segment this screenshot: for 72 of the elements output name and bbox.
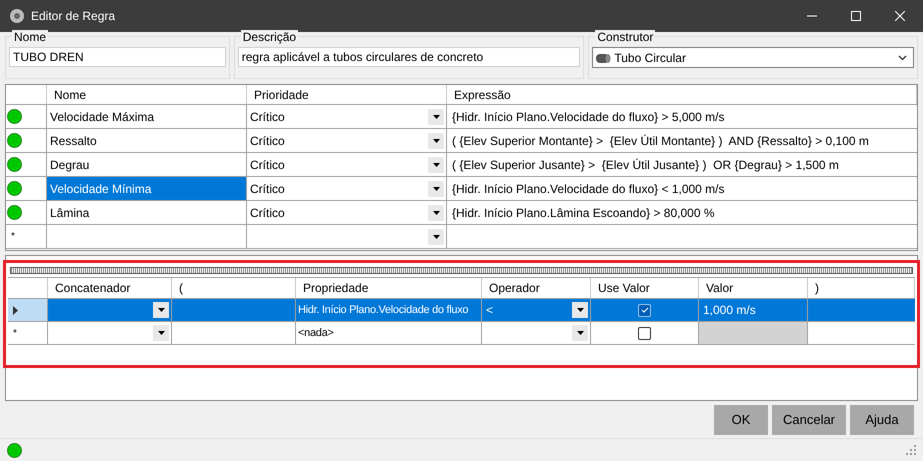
column-header: Valor <box>699 278 808 298</box>
table-cell[interactable]: Lâmina <box>47 201 247 224</box>
dropdown-button[interactable] <box>153 325 169 341</box>
dropdown-button[interactable] <box>428 204 444 220</box>
dropdown-button[interactable] <box>428 180 444 196</box>
group-label: Nome <box>12 30 48 44</box>
new-row-marker: * <box>13 326 17 340</box>
resize-grip-icon <box>906 445 916 455</box>
caret-down-icon <box>432 138 440 142</box>
caret-down-icon <box>432 210 440 214</box>
dialog-button[interactable]: Ajuda <box>850 405 914 435</box>
caret-down-icon <box>432 114 440 118</box>
pipe-icon <box>595 52 612 64</box>
app-icon <box>9 8 25 24</box>
dropdown-button[interactable] <box>428 156 444 172</box>
caret-down-icon <box>432 186 440 190</box>
caret-down-icon <box>158 308 164 312</box>
use-value-checkbox[interactable] <box>638 326 651 340</box>
window-title: Editor de Regra <box>31 8 116 25</box>
builder-value: Tubo Circular <box>614 50 686 66</box>
group-label: Construtor <box>595 30 656 44</box>
dialog-button[interactable]: OK <box>714 405 768 435</box>
column-header: Nome <box>47 85 247 104</box>
priority-value: Crítico <box>250 132 286 150</box>
table-cell[interactable]: Velocidade Mínima <box>47 177 247 200</box>
expression-cell-text: ( {Elev Superior Montante} > {Elev Útil Montante} ) AND {Ressalto} > 0,100 m <box>451 132 870 150</box>
column-header: ( <box>172 278 296 298</box>
condition-row[interactable]: * <nada> <box>8 322 915 345</box>
caret-down-icon <box>576 308 584 312</box>
use-value-checkbox[interactable] <box>638 304 651 316</box>
expression-cell-text: {Hidr. Início Plano.Lâmina Escoando} > 80,000 % <box>451 204 716 222</box>
expression-cell-text: ( {Elev Superior Jusante} > {Elev Útil Jusante} ) OR {Degrau} > 1,500 m <box>451 156 840 174</box>
chevron-down-icon <box>898 54 907 60</box>
caret-down-icon <box>432 234 440 238</box>
check-icon <box>640 307 648 313</box>
column-header: ) <box>808 278 915 298</box>
column-header: Use Valor <box>591 278 699 298</box>
dialog-button[interactable]: Cancelar <box>772 405 846 435</box>
column-header: Concatenador <box>48 278 172 298</box>
builder-dropdown[interactable]: Tubo Circular <box>592 47 914 68</box>
priority-value: Crítico <box>250 180 286 198</box>
table-cell[interactable]: Velocidade Máxima <box>47 105 247 128</box>
condition-row[interactable]: Hidr. Início Plano.Velocidade do fluxo < 1,000 m/s <box>8 299 915 322</box>
group-label: Descrição <box>240 30 298 44</box>
column-header: Operador <box>482 278 591 298</box>
new-row-marker: * <box>11 230 15 244</box>
table-cell[interactable]: Ressalto <box>47 129 247 152</box>
text-field[interactable]: TUBO DREN <box>9 47 226 67</box>
expression-cell-text: {Hidr. Início Plano.Velocidade do fluxo} > 5,000 m/s <box>451 108 726 126</box>
row-pointer-icon <box>13 306 18 314</box>
caret-down-icon <box>432 162 440 166</box>
dropdown-button[interactable] <box>153 302 169 318</box>
dropdown-button[interactable] <box>428 108 444 124</box>
priority-value: Crítico <box>250 108 286 126</box>
priority-value: Crítico <box>250 156 286 174</box>
close-icon[interactable] <box>895 11 905 21</box>
caret-down-icon <box>158 331 164 335</box>
dropdown-button[interactable] <box>428 228 444 244</box>
expression-cell-text: {Hidr. Início Plano.Velocidade do fluxo} < 1,000 m/s <box>451 180 726 198</box>
dropdown-button[interactable] <box>572 325 588 341</box>
column-header: Prioridade <box>247 85 447 104</box>
text-field[interactable]: regra aplicável a tubos circulares de concreto <box>238 47 580 67</box>
column-header: Expressão <box>447 85 917 104</box>
column-header: Propriedade <box>296 278 482 298</box>
maximize-icon[interactable] <box>851 11 861 21</box>
property-cell: Hidr. Início Plano.Velocidade do fluxo <box>296 299 482 321</box>
priority-value: Crítico <box>250 204 286 222</box>
caret-down-icon <box>576 331 584 335</box>
dropdown-button[interactable] <box>572 302 588 318</box>
table-cell[interactable]: Degrau <box>47 153 247 176</box>
dropdown-button[interactable] <box>428 132 444 148</box>
property-cell: <nada> <box>296 322 482 344</box>
